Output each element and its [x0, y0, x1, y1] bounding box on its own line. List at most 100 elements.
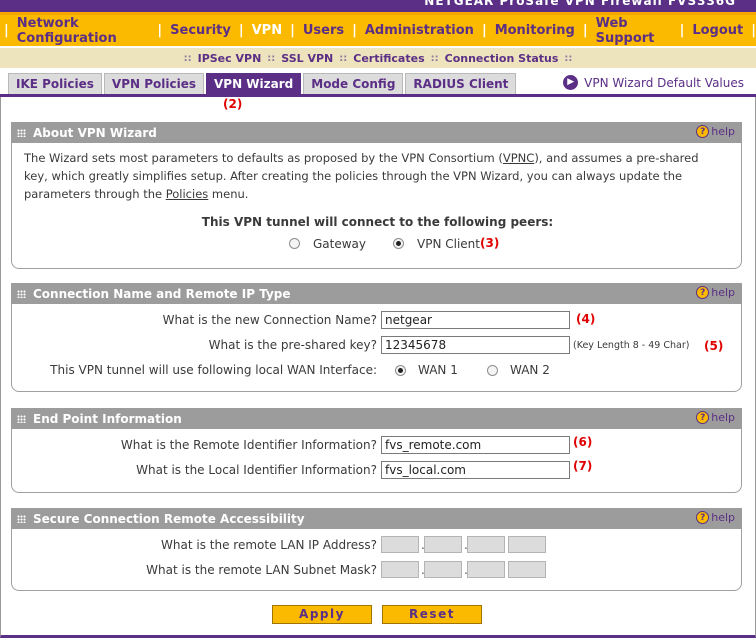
brand-text: NETGEAR ProSafe VPN Firewall FVS336G — [424, 0, 736, 8]
default-values-label: VPN Wizard Default Values — [584, 75, 744, 90]
help-link[interactable]: ? help — [696, 286, 735, 299]
remote-lan-mask-octet-2[interactable] — [424, 561, 462, 578]
help-icon: ? — [696, 411, 710, 424]
vpnc-link[interactable]: VPNC — [503, 151, 534, 165]
reset-button[interactable]: Reset — [382, 605, 482, 624]
connection-name-input[interactable] — [381, 311, 570, 329]
help-icon: ? — [696, 286, 710, 299]
wan2-radio[interactable] — [487, 365, 498, 376]
nav-separator: | — [751, 23, 756, 38]
help-link[interactable]: ? help — [696, 411, 735, 424]
tab-ike-policies[interactable]: IKE Policies — [8, 73, 102, 94]
pre-shared-key-input[interactable] — [381, 336, 570, 354]
nav-users[interactable]: Users — [295, 23, 352, 38]
nav-security[interactable]: Security — [162, 23, 239, 38]
tab-mode-config[interactable]: Mode Config — [303, 73, 404, 94]
section-header-connection: Connection Name and Remote IP Type ? help — [11, 283, 742, 304]
section-body-about: The Wizard sets most parameters to defau… — [11, 143, 742, 269]
nav-logout[interactable]: Logout — [684, 23, 751, 38]
vpn-wizard-default-values-link[interactable]: ▶ VPN Wizard Default Values — [563, 75, 744, 90]
peer-vpn-client-radio[interactable] — [393, 238, 404, 249]
subnav-ssl-vpn[interactable]: SSL VPN — [277, 52, 337, 65]
section-title: Secure Connection Remote Accessibility — [33, 512, 305, 526]
tab-bar: IKE Policies VPN Policies VPN Wizard Mod… — [8, 73, 518, 94]
remote-lan-ip-octet-3[interactable] — [467, 536, 505, 553]
subnav-separator: :: — [430, 52, 439, 64]
intro-line3-start: parameters through the — [24, 187, 166, 201]
help-label: help — [711, 286, 735, 299]
tab-radius-client[interactable]: RADIUS Client — [405, 73, 517, 94]
annotation-2: (2) — [223, 97, 243, 111]
remote-lan-ip-octet-1[interactable] — [381, 536, 419, 553]
wan1-radio[interactable] — [395, 365, 406, 376]
peers-question: This VPN tunnel will connect to the foll… — [201, 215, 554, 229]
subnav-separator: :: — [564, 52, 573, 64]
grip-icon — [17, 415, 26, 423]
sub-nav: :: IPSec VPN :: SSL VPN :: Certificates … — [0, 48, 756, 68]
peer-vpn-client-label: VPN Client — [417, 237, 480, 251]
remote-identifier-input[interactable] — [381, 436, 570, 454]
nav-web-support[interactable]: Web Support — [588, 16, 680, 46]
intro-line3-end: menu. — [208, 187, 249, 201]
nav-monitoring[interactable]: Monitoring — [487, 23, 583, 38]
annotation-7: (7) — [573, 459, 593, 473]
help-link[interactable]: ? help — [696, 511, 735, 524]
annotation-3: (3) — [480, 236, 500, 250]
section-title: Connection Name and Remote IP Type — [33, 287, 291, 301]
remote-lan-mask-octet-1[interactable] — [381, 561, 419, 578]
remote-lan-ip-octet-2[interactable] — [424, 536, 462, 553]
peer-gateway-label: Gateway — [313, 237, 367, 251]
apply-button[interactable]: Apply — [272, 605, 372, 624]
intro-text: The Wizard sets most parameters to defau… — [24, 149, 724, 203]
grip-icon — [17, 515, 26, 523]
brand-strip: NETGEAR ProSafe VPN Firewall FVS336G — [0, 0, 756, 12]
key-length-hint: (Key Length 8 - 49 Char) — [573, 340, 690, 351]
pre-shared-key-label: What is the pre-shared key? — [208, 338, 377, 352]
wan1-label: WAN 1 — [418, 363, 458, 377]
remote-identifier-label: What is the Remote Identifier Informatio… — [120, 438, 377, 452]
remote-lan-mask-octet-4[interactable] — [508, 561, 546, 578]
section-body-endpoint: What is the Remote Identifier Informatio… — [11, 429, 742, 493]
section-header-remote-access: Secure Connection Remote Accessibility ?… — [11, 508, 742, 529]
subnav-separator: :: — [267, 52, 276, 64]
help-icon: ? — [696, 125, 710, 138]
section-body-connection: What is the new Connection Name? What is… — [11, 304, 742, 392]
arrow-right-icon: ▶ — [563, 75, 579, 90]
help-label: help — [711, 411, 735, 424]
remote-lan-ip-label: What is the remote LAN IP Address? — [161, 538, 377, 552]
help-label: help — [711, 125, 735, 138]
nav-vpn[interactable]: VPN — [244, 23, 290, 38]
nav-network-configuration[interactable]: Network Configuration — [9, 16, 158, 46]
grip-icon — [17, 290, 26, 298]
intro-line1-start: The Wizard sets most parameters to defau… — [24, 151, 503, 165]
help-label: help — [711, 511, 735, 524]
tab-vpn-policies[interactable]: VPN Policies — [103, 73, 204, 94]
wan-interface-label: This VPN tunnel will use following local… — [50, 363, 377, 377]
grip-icon — [17, 129, 26, 137]
help-link[interactable]: ? help — [696, 125, 735, 138]
section-header-endpoint: End Point Information ? help — [11, 408, 742, 429]
nav-administration[interactable]: Administration — [357, 23, 482, 38]
main-nav: | Network Configuration | Security | VPN… — [0, 12, 756, 46]
annotation-5: (5) — [704, 339, 724, 353]
local-identifier-label: What is the Local Identifier Information… — [136, 463, 377, 477]
remote-lan-mask-octet-3[interactable] — [467, 561, 505, 578]
annotation-4: (4) — [576, 312, 596, 326]
local-identifier-input[interactable] — [381, 461, 570, 479]
tab-vpn-wizard[interactable]: VPN Wizard — [206, 73, 302, 94]
subnav-separator: :: — [339, 52, 348, 64]
section-title: About VPN Wizard — [33, 126, 157, 140]
remote-lan-ip-octet-4[interactable] — [508, 536, 546, 553]
subnav-certificates[interactable]: Certificates — [349, 52, 428, 65]
section-header-about: About VPN Wizard ? help — [11, 122, 742, 143]
policies-link[interactable]: Policies — [166, 187, 209, 201]
subnav-ipsec-vpn[interactable]: IPSec VPN — [194, 52, 266, 65]
help-icon: ? — [696, 511, 710, 524]
subnav-connection-status[interactable]: Connection Status — [441, 52, 563, 65]
intro-line1-end: ), and assumes a pre-shared — [534, 151, 699, 165]
intro-line2: key, which greatly simplifies setup. Aft… — [24, 169, 683, 183]
subnav-separator: :: — [183, 52, 192, 64]
peer-gateway-radio[interactable] — [289, 238, 300, 249]
annotation-6: (6) — [573, 435, 593, 449]
remote-lan-mask-label: What is the remote LAN Subnet Mask? — [146, 563, 377, 577]
